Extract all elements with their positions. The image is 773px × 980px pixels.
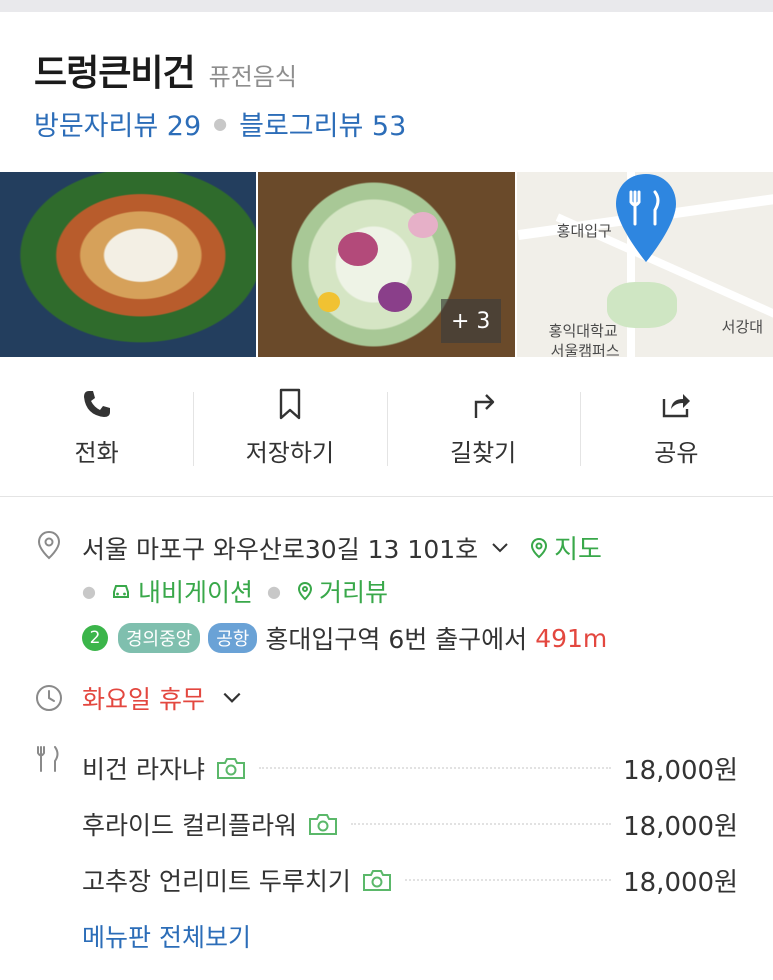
top-status-strip bbox=[0, 0, 773, 12]
station-text: 홍대입구역 6번 출구에서 bbox=[265, 625, 528, 654]
save-button[interactable]: 저장하기 bbox=[193, 372, 386, 482]
flower-decoration bbox=[378, 282, 413, 312]
directions-label: 길찾기 bbox=[450, 438, 517, 467]
action-bar: 전화 저장하기 길찾기 공유 bbox=[0, 372, 773, 482]
menu-item-name: 후라이드 컬리플라워 bbox=[82, 811, 297, 840]
place-name: 드렁큰비건 bbox=[34, 53, 196, 94]
location-pin-icon bbox=[37, 530, 61, 560]
hours-text: 화요일 휴무 bbox=[82, 685, 205, 714]
call-button[interactable]: 전화 bbox=[0, 372, 193, 482]
menu-item-name: 고추장 언리미트 두루치기 bbox=[82, 867, 351, 896]
separator-dot: ● bbox=[213, 114, 228, 133]
hours-row[interactable]: 화요일 휴무 bbox=[82, 680, 243, 716]
menu-item-price: 18,000원 bbox=[623, 867, 738, 898]
camera-icon bbox=[308, 814, 337, 835]
call-label: 전화 bbox=[74, 438, 119, 467]
map-label: 홍대입구 bbox=[556, 222, 612, 240]
menu-item-name: 비건 라자냐 bbox=[82, 755, 205, 784]
review-row: 방문자리뷰 29 ● 블로그리뷰 53 bbox=[34, 104, 406, 143]
camera-icon bbox=[362, 870, 391, 891]
clock-icon bbox=[36, 685, 62, 711]
street-view-label: 거리뷰 bbox=[318, 578, 388, 607]
camera-icon bbox=[216, 758, 245, 779]
save-label: 저장하기 bbox=[245, 438, 335, 467]
place-category: 퓨전음식 bbox=[208, 63, 297, 91]
separator-dot: ● bbox=[82, 581, 96, 601]
address-text: 서울 마포구 와우산로30길 13 101호 bbox=[82, 534, 479, 564]
subway-line-gyeongui-badge: 경의중앙 bbox=[118, 623, 201, 653]
street-view-link[interactable]: 거리뷰 bbox=[295, 573, 388, 609]
dotted-leader bbox=[258, 767, 612, 769]
photo-lasagna[interactable] bbox=[0, 172, 257, 357]
utensils-icon bbox=[37, 746, 59, 772]
separator-dot: ● bbox=[266, 581, 281, 601]
dotted-leader bbox=[404, 879, 612, 881]
dotted-leader bbox=[350, 823, 612, 825]
mini-map[interactable]: 홍대입구 홍익대학교 서울캠퍼스 서강대 bbox=[516, 172, 773, 357]
flower-decoration bbox=[408, 212, 439, 238]
menu-item-price: 18,000원 bbox=[623, 755, 738, 786]
car-icon bbox=[112, 585, 129, 598]
map-label: 서강대 bbox=[721, 318, 764, 336]
address-row: 서울 마포구 와우산로30길 13 101호 지도 bbox=[82, 529, 602, 566]
map-link-label: 지도 bbox=[554, 535, 602, 565]
map-label: 홍익대학교 bbox=[548, 322, 618, 340]
map-pin-icon bbox=[297, 581, 312, 601]
navigation-link[interactable]: 내비게이션 bbox=[110, 573, 253, 609]
flower-decoration bbox=[338, 232, 379, 266]
photo-tea[interactable]: + 3 bbox=[258, 172, 515, 357]
subway-line-2-badge: 2 bbox=[82, 625, 108, 651]
flower-decoration bbox=[318, 292, 341, 312]
restaurant-pin-icon bbox=[615, 174, 676, 262]
menu-item-price: 18,000원 bbox=[623, 811, 738, 842]
section-divider bbox=[0, 496, 773, 497]
chevron-down-icon[interactable] bbox=[490, 538, 510, 558]
menu-item[interactable]: 비건 라자냐 18,000원 bbox=[82, 740, 738, 796]
blog-review-link[interactable]: 블로그리뷰 53 bbox=[239, 104, 406, 143]
phone-icon bbox=[83, 390, 110, 417]
address-sub-links: ● 내비게이션 ● 거리뷰 bbox=[82, 573, 388, 609]
menu-item[interactable]: 후라이드 컬리플라워 18,000원 bbox=[82, 796, 738, 852]
map-pin-icon bbox=[531, 537, 548, 558]
title-row: 드렁큰비건 퓨전음식 bbox=[34, 44, 297, 96]
chevron-down-icon bbox=[223, 692, 241, 703]
bookmark-icon bbox=[279, 388, 301, 419]
menu-list: 비건 라자냐 18,000원 후라이드 컬리플라워 18,000원 고추장 언리… bbox=[82, 740, 738, 908]
subway-line-airport-badge: 공항 bbox=[208, 623, 258, 653]
directions-button[interactable]: 길찾기 bbox=[386, 372, 580, 482]
view-full-menu-link[interactable]: 메뉴판 전체보기 bbox=[82, 918, 251, 954]
more-photos-button[interactable]: + 3 bbox=[440, 299, 501, 343]
directions-icon bbox=[474, 393, 495, 418]
navigation-label: 내비게이션 bbox=[137, 578, 253, 607]
share-button[interactable]: 공유 bbox=[579, 372, 773, 482]
subway-row: 2 경의중앙 공항 홍대입구역 6번 출구에서 491m bbox=[82, 620, 607, 656]
share-icon bbox=[663, 393, 691, 417]
photo-strip: + 3 홍대입구 홍익대학교 서울캠퍼스 서강대 bbox=[0, 172, 773, 357]
map-label: 서울캠퍼스 bbox=[550, 342, 620, 357]
map-link[interactable]: 지도 bbox=[528, 529, 602, 566]
station-distance: 491m bbox=[535, 623, 608, 653]
menu-item[interactable]: 고추장 언리미트 두루치기 18,000원 bbox=[82, 852, 738, 908]
share-label: 공유 bbox=[654, 438, 699, 467]
visitor-review-link[interactable]: 방문자리뷰 29 bbox=[34, 104, 201, 143]
